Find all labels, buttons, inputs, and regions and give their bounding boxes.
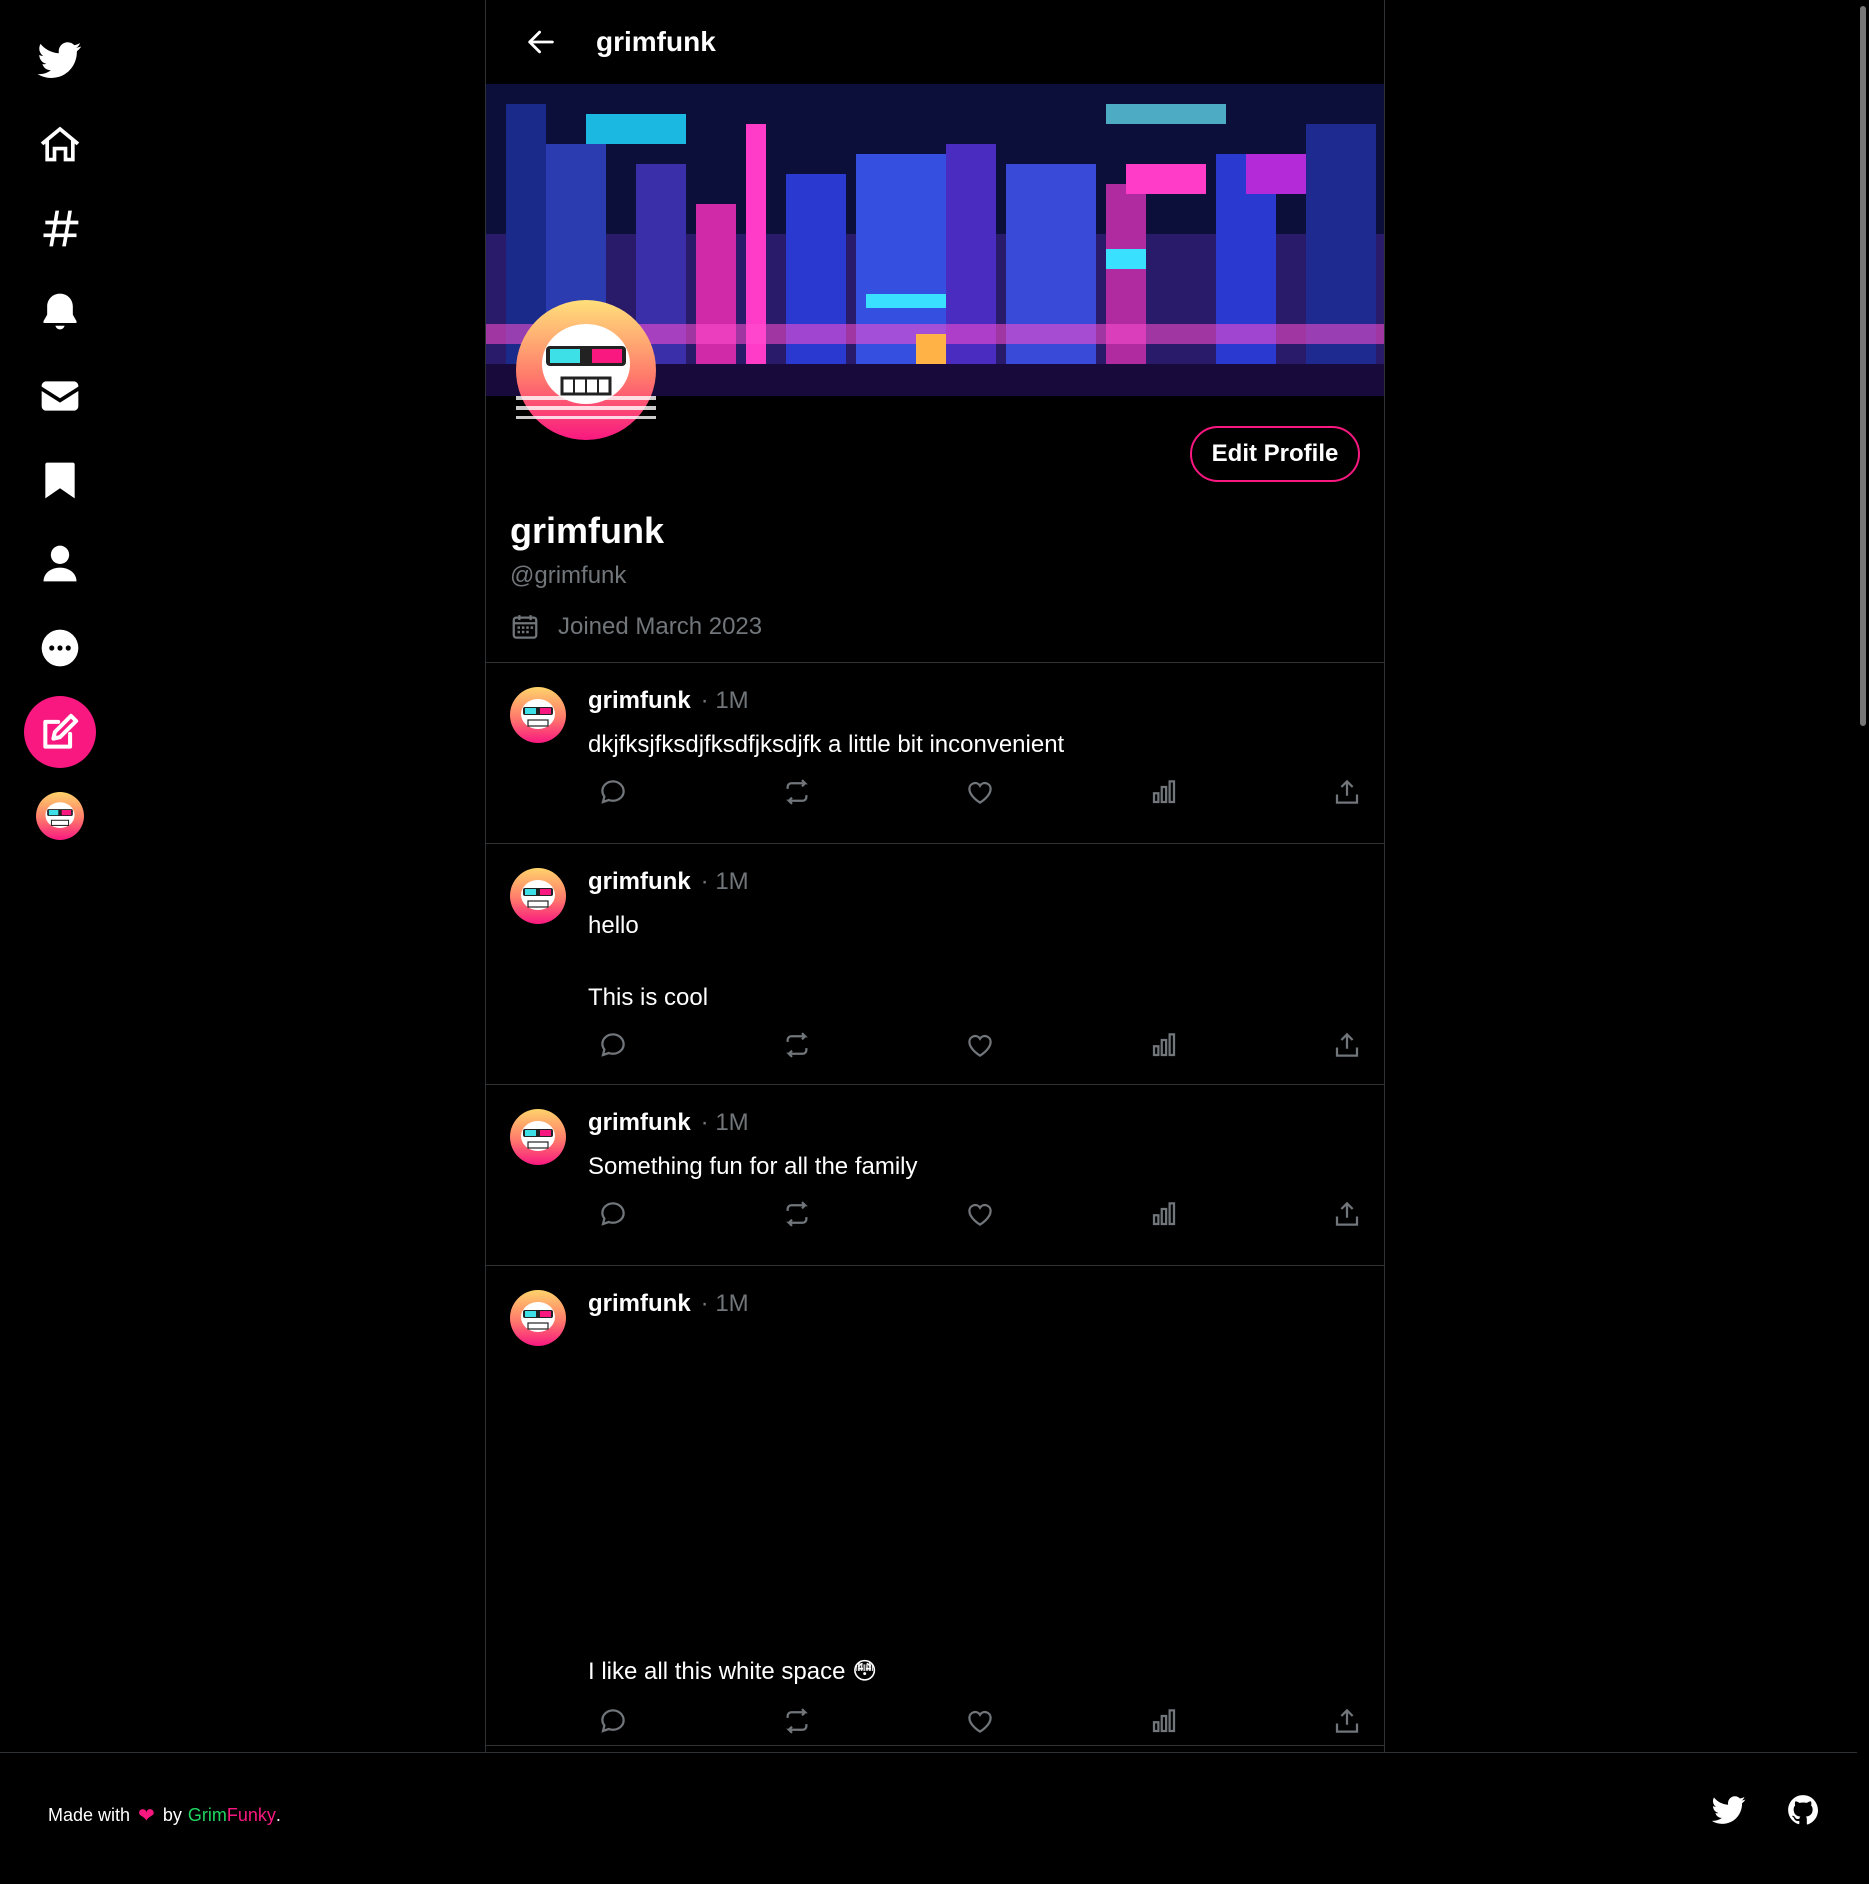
stats-icon[interactable] <box>1149 1706 1179 1736</box>
profile-avatar[interactable] <box>516 300 656 440</box>
footer-author-link[interactable]: GrimFunky <box>188 1805 276 1826</box>
retweet-icon[interactable] <box>782 1199 812 1229</box>
bookmark-icon[interactable] <box>30 450 90 510</box>
tweet-timestamp: · 1M <box>700 1290 749 1317</box>
tweet-author-name[interactable]: grimfunk <box>588 1109 691 1137</box>
tweet-actions <box>588 1199 1362 1229</box>
tweet[interactable]: grimfunk · 1M hello This is cool <box>486 844 1384 1085</box>
header-title: grimfunk <box>596 26 716 57</box>
retweet-icon[interactable] <box>782 777 812 807</box>
heart-icon[interactable] <box>965 1199 995 1229</box>
profile-info: grimfunk @grimfunk Joined March 2023 <box>510 510 762 642</box>
tweet[interactable]: grimfunk · 1M Something fun for all the … <box>486 1085 1384 1266</box>
joined-date: Joined March 2023 <box>558 613 763 640</box>
compose-icon <box>43 713 79 749</box>
envelope-icon[interactable] <box>30 366 90 426</box>
footer-credit: Made with ❤ by GrimFunky. <box>48 1805 281 1827</box>
tweet-text: Something fun for all the family <box>588 1153 918 1180</box>
tweet-list: grimfunk · 1M dkjfksjfksdjfksdfjksdjfk a… <box>486 663 1384 1746</box>
tweet[interactable]: grimfunk · 1M dkjfksjfksdjfksdfjksdjfk a… <box>486 663 1384 844</box>
footer-made-with: Made with <box>48 1805 131 1825</box>
profile-header-bar: grimfunk <box>486 0 1384 84</box>
tweet-header: grimfunk · 1M <box>588 687 1362 723</box>
calendar-icon <box>512 615 538 639</box>
scrollbar-thumb[interactable] <box>1860 6 1866 726</box>
tweet-avatar[interactable] <box>510 1109 566 1165</box>
user-icon[interactable] <box>30 534 90 594</box>
back-arrow-icon[interactable] <box>524 25 558 59</box>
share-icon[interactable] <box>1332 1030 1362 1060</box>
tweet[interactable]: grimfunk · 1M I like all this white spac… <box>486 1266 1384 1746</box>
bell-icon[interactable] <box>30 282 90 342</box>
reply-icon[interactable] <box>598 777 628 807</box>
twitter-icon[interactable] <box>1711 1793 1746 1827</box>
tweet-header: grimfunk · 1M <box>588 868 1362 904</box>
tweet-timestamp: · 1M <box>700 1109 749 1136</box>
github-icon[interactable] <box>1786 1793 1820 1827</box>
retweet-icon[interactable] <box>782 1706 812 1736</box>
tweet-text: I like all this white space 😳 <box>588 1658 878 1685</box>
twitter-logo-icon[interactable] <box>30 30 90 90</box>
tweet-text: hello This is cool <box>588 912 709 1011</box>
tweet-avatar[interactable] <box>510 868 566 924</box>
heart-icon: ❤ <box>138 1805 155 1827</box>
tweet-avatar[interactable] <box>510 1290 566 1346</box>
stats-icon[interactable] <box>1149 1199 1179 1229</box>
tweet-author-name[interactable]: grimfunk <box>588 687 691 715</box>
profile-joined: Joined March 2023 <box>510 612 762 642</box>
compose-button[interactable] <box>24 696 96 768</box>
tweet-text: dkjfksjfksdjfksdfjksdjfk a little bit in… <box>588 731 1065 758</box>
stats-icon[interactable] <box>1149 777 1179 807</box>
heart-icon[interactable] <box>965 777 995 807</box>
more-icon[interactable] <box>30 618 90 678</box>
reply-icon[interactable] <box>598 1706 628 1736</box>
heart-icon[interactable] <box>965 1030 995 1060</box>
heart-icon[interactable] <box>965 1706 995 1736</box>
tweet-actions <box>588 1030 1362 1060</box>
reply-icon[interactable] <box>598 1030 628 1060</box>
scrollbar[interactable] <box>1857 0 1869 1884</box>
home-icon[interactable] <box>30 114 90 174</box>
edit-profile-button[interactable]: Edit Profile <box>1190 426 1360 482</box>
share-icon[interactable] <box>1332 777 1362 807</box>
hashtag-icon[interactable] <box>30 198 90 258</box>
tweet-timestamp: · 1M <box>700 687 749 714</box>
profile-display-name: grimfunk <box>510 510 665 551</box>
tweet-header: grimfunk · 1M <box>588 1109 1362 1145</box>
tweet-actions <box>588 1706 1362 1736</box>
footer-by: by <box>162 1805 182 1825</box>
tweet-avatar[interactable] <box>510 687 566 743</box>
tweet-author-name[interactable]: grimfunk <box>588 868 691 896</box>
profile-column: grimfunk Edit Profile grimfunk @grimfunk… <box>485 0 1385 1752</box>
tweet-timestamp: · 1M <box>700 868 749 895</box>
share-icon[interactable] <box>1332 1706 1362 1736</box>
profile-handle: @grimfunk <box>510 562 627 589</box>
tweet-actions <box>588 777 1362 807</box>
tweet-author-name[interactable]: grimfunk <box>588 1290 691 1318</box>
footer: Made with ❤ by GrimFunky. <box>0 1752 1869 1884</box>
stats-icon[interactable] <box>1149 1030 1179 1060</box>
reply-icon[interactable] <box>598 1199 628 1229</box>
tweet-header: grimfunk · 1M <box>588 1290 1362 1326</box>
share-icon[interactable] <box>1332 1199 1362 1229</box>
account-avatar[interactable] <box>36 792 84 840</box>
retweet-icon[interactable] <box>782 1030 812 1060</box>
